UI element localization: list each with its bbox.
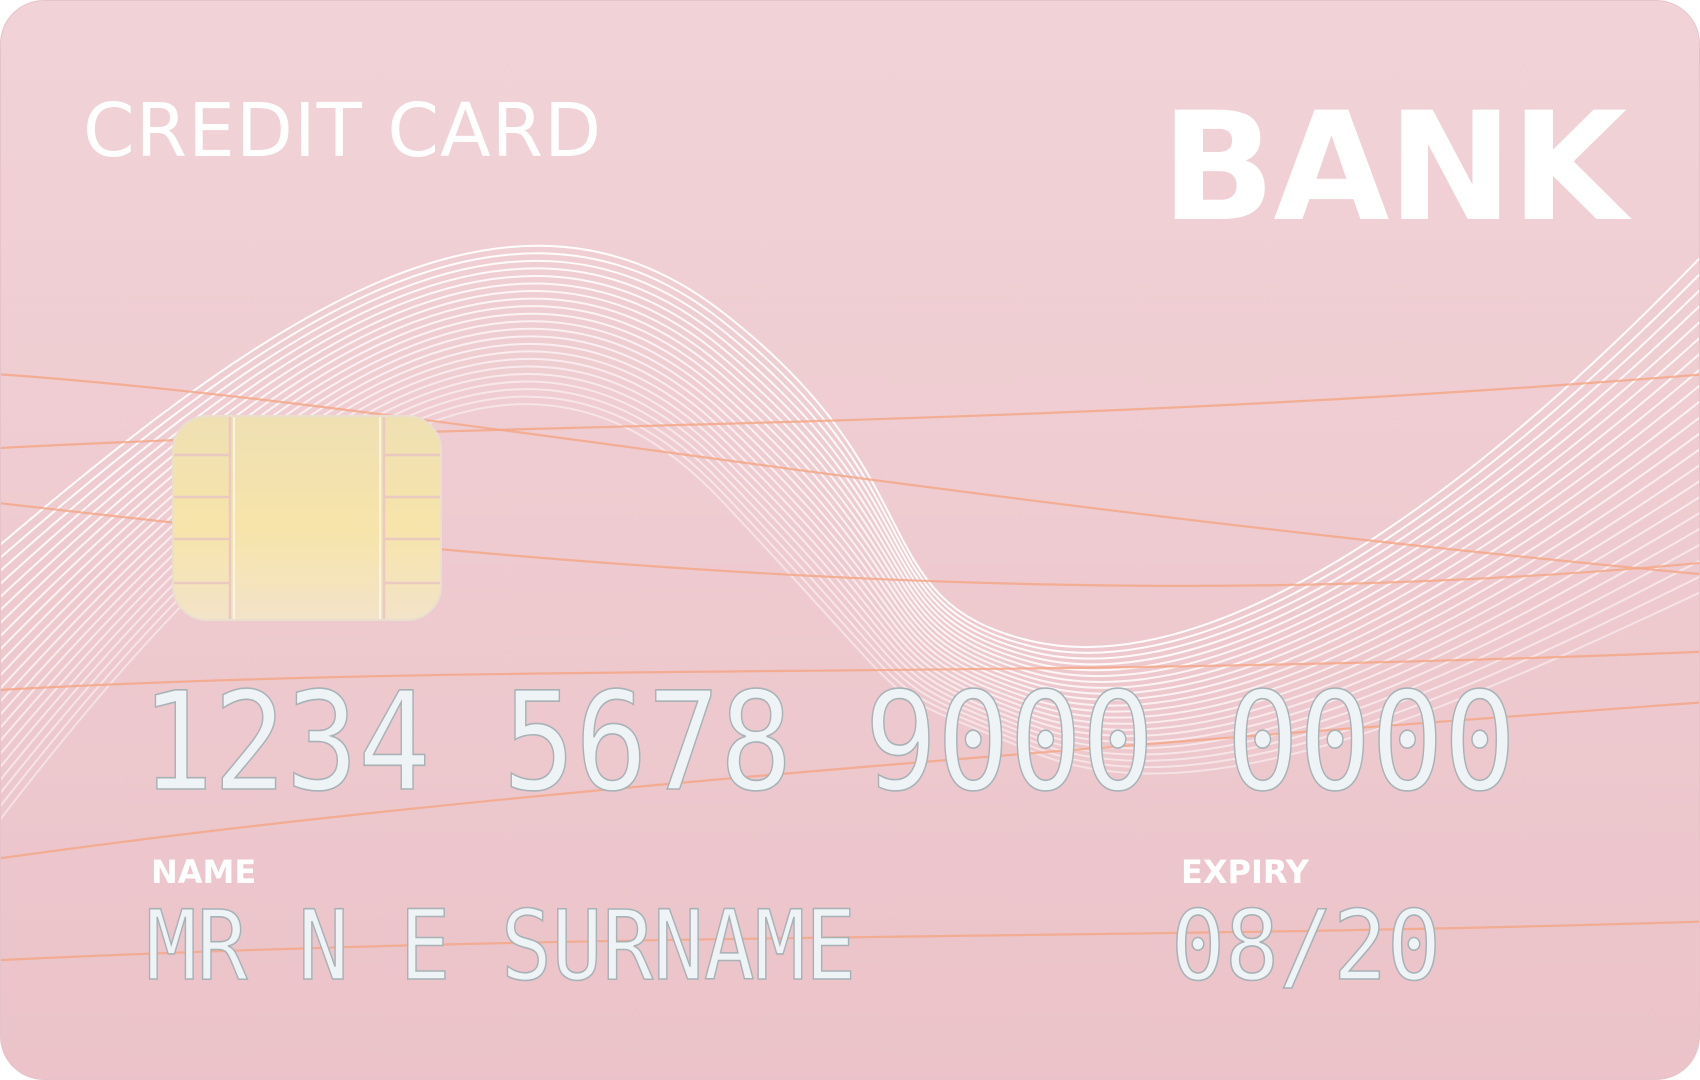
card-number: 1234 5678 9000 0000 <box>141 664 1516 822</box>
credit-card: CREDIT CARD BANK 1234 5678 9000 0000 MR … <box>0 0 1700 1080</box>
cardholder-name: MR N E SURNAME <box>146 890 856 1002</box>
name-label: NAME <box>151 853 257 891</box>
expiry-date: 08/20 <box>1171 890 1441 1002</box>
expiry-label: EXPIRY <box>1181 853 1309 891</box>
embossed-text-layer: 1234 5678 9000 0000 MR N E SURNAME 08/20 <box>140 663 1517 1003</box>
